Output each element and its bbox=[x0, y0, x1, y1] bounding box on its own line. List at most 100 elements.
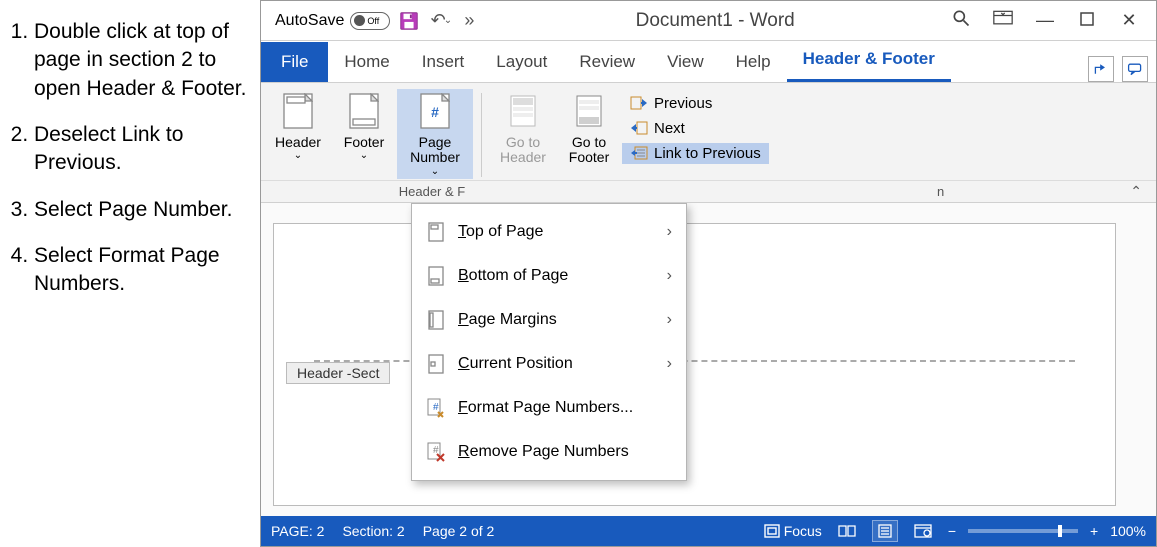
goto-footer-label: Go to Footer bbox=[558, 135, 620, 166]
instruction-3: Select Page Number. bbox=[34, 196, 254, 224]
focus-label: Focus bbox=[784, 523, 822, 539]
tab-file[interactable]: File bbox=[261, 42, 328, 82]
tab-review[interactable]: Review bbox=[563, 42, 651, 82]
document-title: Document1 - Word bbox=[486, 10, 944, 32]
menu-bottom-of-page[interactable]: Bottom of Page › bbox=[412, 254, 686, 298]
menu-top-icon bbox=[426, 221, 446, 243]
read-mode-icon[interactable] bbox=[834, 520, 860, 542]
status-section[interactable]: Section: 2 bbox=[342, 523, 404, 539]
chevron-right-icon: › bbox=[667, 223, 672, 241]
instruction-panel: Double click at top of page in section 2… bbox=[0, 0, 260, 547]
search-icon[interactable] bbox=[950, 8, 972, 33]
page-number-button[interactable]: # Page Number ⌄ bbox=[397, 89, 473, 179]
chevron-right-icon: › bbox=[667, 355, 672, 373]
header-button-label: Header bbox=[275, 135, 321, 150]
zoom-slider[interactable] bbox=[968, 529, 1078, 533]
page-number-menu: Top of Page › Bottom of Page › Page Marg… bbox=[411, 203, 687, 481]
zoom-out-button[interactable]: − bbox=[948, 523, 956, 539]
page-surface[interactable]: Header -Sect bbox=[273, 223, 1116, 506]
nav-next[interactable]: Next bbox=[622, 118, 769, 139]
status-bar: PAGE: 2 Section: 2 Page 2 of 2 Focus − +… bbox=[261, 516, 1156, 546]
menu-margins-icon bbox=[426, 309, 446, 331]
share-icon[interactable] bbox=[1088, 56, 1114, 82]
nav-previous[interactable]: Previous bbox=[622, 93, 769, 114]
goto-header-button[interactable]: Go to Header bbox=[490, 89, 556, 168]
group-label-nav-clipped: n bbox=[937, 184, 944, 199]
footer-button[interactable]: Footer ⌄ bbox=[331, 89, 397, 179]
menu-bottom-icon bbox=[426, 265, 446, 287]
save-icon[interactable] bbox=[396, 8, 422, 34]
menu-bottom-label: ottom of Page bbox=[469, 267, 569, 284]
collapse-ribbon-icon[interactable]: ⌃ bbox=[1130, 183, 1142, 200]
status-pages[interactable]: Page 2 of 2 bbox=[423, 523, 495, 539]
header-section-label: Header -Sect bbox=[286, 362, 390, 384]
nav-link-to-previous[interactable]: Link to Previous bbox=[622, 143, 769, 164]
previous-icon bbox=[630, 96, 648, 112]
instruction-1: Double click at top of page in section 2… bbox=[34, 18, 254, 103]
qat-overflow[interactable]: » bbox=[460, 10, 480, 31]
menu-format-icon: # bbox=[426, 397, 446, 419]
nav-previous-label: Previous bbox=[654, 95, 712, 112]
tab-help[interactable]: Help bbox=[720, 42, 787, 82]
autosave-toggle[interactable]: AutoSave Off bbox=[275, 12, 390, 30]
footer-button-label: Footer bbox=[344, 135, 384, 150]
page-number-label: Page Number bbox=[399, 135, 471, 166]
close-icon[interactable]: ✕ bbox=[1118, 10, 1140, 31]
menu-current-label: urrent Position bbox=[470, 355, 573, 372]
print-layout-icon[interactable] bbox=[872, 520, 898, 542]
autosave-state: Off bbox=[367, 16, 379, 26]
menu-format-page-numbers[interactable]: # Format Page Numbers... bbox=[412, 386, 686, 430]
minimize-icon[interactable]: — bbox=[1034, 10, 1056, 31]
zoom-level[interactable]: 100% bbox=[1110, 523, 1146, 539]
instruction-4: Select Format Page Numbers. bbox=[34, 242, 254, 299]
footer-page-icon bbox=[346, 91, 382, 131]
tab-view[interactable]: View bbox=[651, 42, 720, 82]
ribbon: Header ⌄ Footer ⌄ # Page Number ⌄ bbox=[261, 83, 1156, 203]
menu-format-label: ormat Page Numbers... bbox=[468, 399, 633, 416]
tab-home[interactable]: Home bbox=[328, 42, 405, 82]
menu-top-of-page[interactable]: Top of Page › bbox=[412, 210, 686, 254]
menu-current-position[interactable]: Current Position › bbox=[412, 342, 686, 386]
comments-icon[interactable] bbox=[1122, 56, 1148, 82]
menu-margins-label: age Margins bbox=[469, 311, 557, 328]
ribbon-tabs: File Home Insert Layout Review View Help… bbox=[261, 41, 1156, 83]
next-icon bbox=[630, 121, 648, 137]
menu-remove-label: emove Page Numbers bbox=[470, 443, 629, 460]
tab-insert[interactable]: Insert bbox=[406, 42, 481, 82]
instruction-2: Deselect Link to Previous. bbox=[34, 121, 254, 178]
title-bar: AutoSave Off ↶⌄ » Document1 - Word — bbox=[261, 1, 1156, 41]
svg-text:#: # bbox=[433, 402, 439, 413]
chevron-right-icon: › bbox=[667, 267, 672, 285]
ribbon-group-labels: Header & F n ⌃ bbox=[261, 180, 1156, 200]
goto-footer-button[interactable]: Go to Footer bbox=[556, 89, 622, 168]
svg-text:#: # bbox=[431, 104, 439, 120]
group-label-hf: Header & F bbox=[277, 184, 577, 199]
maximize-icon[interactable] bbox=[1076, 10, 1098, 31]
focus-mode-button[interactable]: Focus bbox=[764, 523, 822, 539]
nav-link-label: Link to Previous bbox=[654, 145, 761, 162]
goto-footer-icon bbox=[571, 91, 607, 131]
ribbon-display-icon[interactable] bbox=[992, 10, 1014, 31]
tab-layout[interactable]: Layout bbox=[480, 42, 563, 82]
goto-header-icon bbox=[505, 91, 541, 131]
undo-button[interactable]: ↶⌄ bbox=[428, 8, 454, 34]
page-number-icon: # bbox=[417, 91, 453, 131]
link-icon bbox=[630, 146, 648, 162]
menu-remove-page-numbers[interactable]: # Remove Page Numbers bbox=[412, 430, 686, 474]
word-window: AutoSave Off ↶⌄ » Document1 - Word — bbox=[260, 0, 1157, 547]
tab-header-footer[interactable]: Header & Footer bbox=[787, 39, 951, 82]
autosave-label: AutoSave bbox=[275, 12, 344, 30]
zoom-in-button[interactable]: + bbox=[1090, 523, 1098, 539]
menu-current-icon bbox=[426, 353, 446, 375]
web-layout-icon[interactable] bbox=[910, 520, 936, 542]
header-button[interactable]: Header ⌄ bbox=[265, 89, 331, 179]
header-page-icon bbox=[280, 91, 316, 131]
goto-header-label: Go to Header bbox=[492, 135, 554, 166]
menu-page-margins[interactable]: Page Margins › bbox=[412, 298, 686, 342]
autosave-switch[interactable]: Off bbox=[350, 12, 390, 30]
menu-remove-icon: # bbox=[426, 441, 446, 463]
chevron-right-icon: › bbox=[667, 311, 672, 329]
menu-top-label: op of Page bbox=[466, 223, 543, 240]
document-canvas[interactable]: Header -Sect Top of Page › Bottom of Pag… bbox=[261, 203, 1156, 516]
status-page[interactable]: PAGE: 2 bbox=[271, 523, 324, 539]
